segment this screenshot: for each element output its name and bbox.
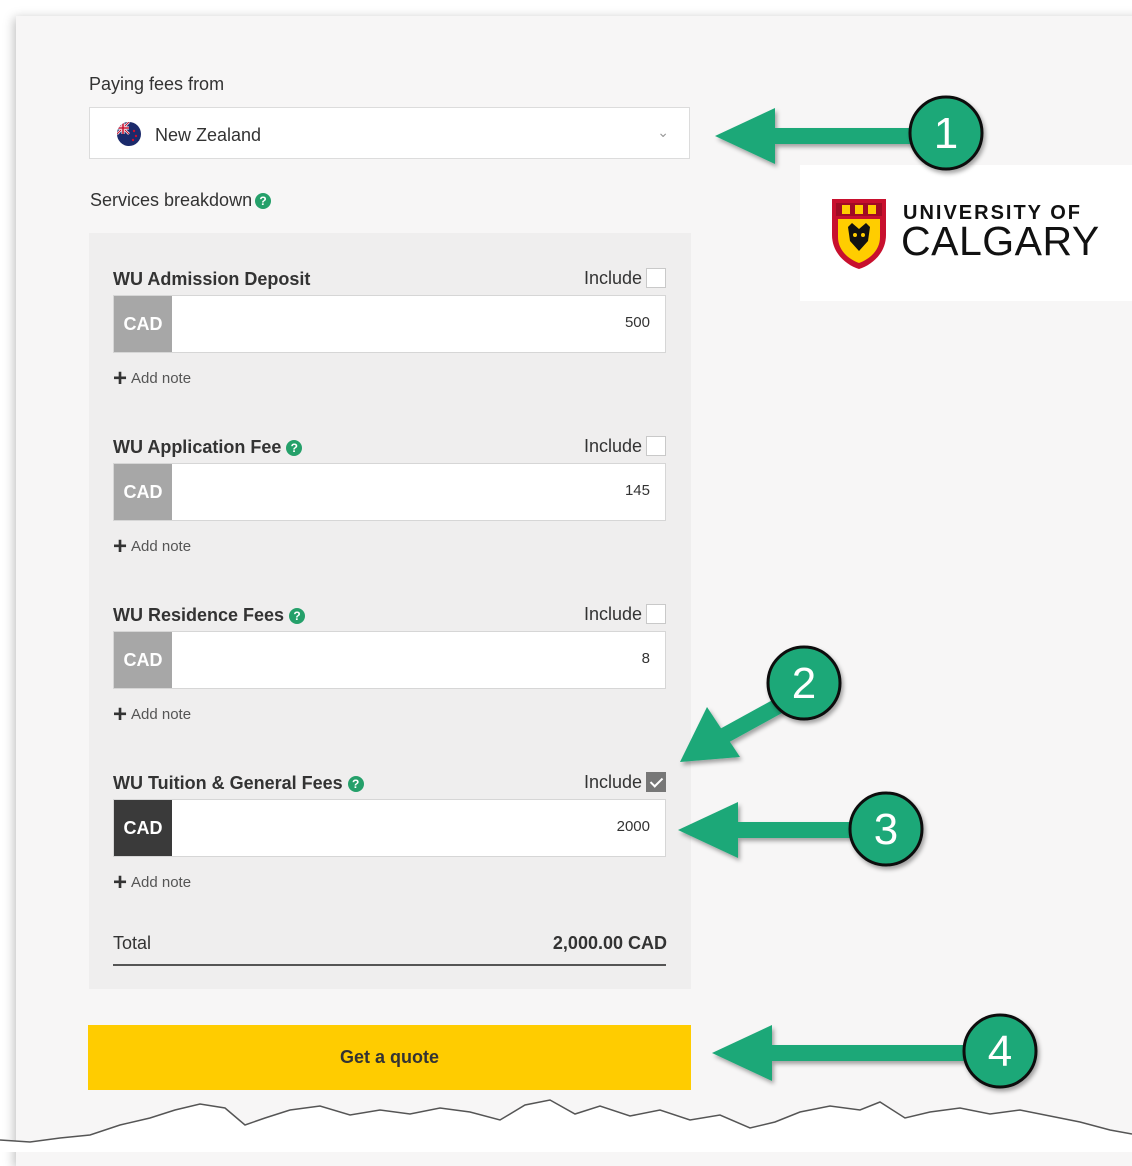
fee-name-text: WU Tuition & General Fees — [113, 773, 343, 793]
fee-name: WU Admission Deposit — [113, 269, 311, 289]
add-note-link[interactable]: + Add note — [113, 533, 191, 561]
paying-fees-label: Paying fees from — [89, 74, 225, 94]
include-control[interactable]: Include — [584, 435, 666, 457]
fee-name: WU Residence Fees? — [113, 605, 306, 626]
add-note-label: Add note — [131, 874, 192, 891]
amount-field[interactable]: CAD 2000 — [113, 799, 666, 857]
help-icon[interactable]: ? — [255, 193, 272, 209]
add-note-label: Add note — [131, 706, 192, 723]
fee-name-text: WU Residence Fees — [113, 605, 285, 625]
amount-value[interactable]: 2000 — [617, 818, 650, 835]
include-checkbox-checked[interactable] — [646, 772, 666, 793]
fee-name: WU Application Fee? — [113, 437, 303, 458]
include-control[interactable]: Include — [584, 603, 666, 625]
country-select[interactable]: New Zealand ⌄ — [89, 107, 690, 159]
amount-field[interactable]: CAD 8 — [113, 631, 666, 689]
include-label: Include — [583, 435, 642, 456]
amount-value[interactable]: 145 — [625, 482, 650, 499]
currency-label: CAD — [114, 800, 172, 856]
include-label: Include — [583, 267, 642, 288]
selected-country: New Zealand — [155, 125, 262, 145]
add-note-label: Add note — [131, 538, 192, 555]
crest-icon — [832, 199, 886, 269]
services-panel: WU Admission Deposit Include CAD 500 + Ad… — [89, 233, 691, 989]
plus-icon: + — [113, 533, 128, 560]
help-icon[interactable]: ? — [289, 608, 306, 624]
services-breakdown-label: Services breakdown? — [90, 190, 272, 211]
university-logo: UNIVERSITY OF CALGARY — [800, 165, 1132, 301]
add-note-link[interactable]: + Add note — [113, 869, 191, 897]
currency-label: CAD — [114, 464, 172, 520]
amount-field[interactable]: CAD 145 — [113, 463, 666, 521]
total-label: Total — [113, 933, 152, 953]
plus-icon: + — [113, 365, 128, 392]
currency-label: CAD — [114, 632, 172, 688]
add-note-link[interactable]: + Add note — [113, 365, 191, 393]
include-checkbox[interactable] — [646, 436, 666, 457]
add-note-link[interactable]: + Add note — [113, 701, 191, 729]
plus-icon: + — [113, 701, 128, 728]
get-a-quote-button[interactable]: Get a quote — [88, 1025, 691, 1090]
total-divider — [113, 964, 666, 966]
help-icon[interactable]: ? — [286, 440, 303, 456]
include-checkbox[interactable] — [646, 604, 666, 625]
amount-field[interactable]: CAD 500 — [113, 295, 666, 353]
torn-edge — [0, 1099, 1132, 1152]
new-zealand-flag-icon — [117, 122, 141, 146]
fee-name-text: WU Application Fee — [113, 437, 282, 457]
logo-line2: CALGARY — [901, 218, 1100, 264]
include-control[interactable]: Include — [584, 771, 666, 793]
help-icon[interactable]: ? — [347, 776, 364, 792]
include-label: Include — [583, 603, 642, 624]
plus-icon: + — [113, 869, 128, 896]
total-value: 2,000.00 CAD — [552, 933, 667, 953]
services-breakdown-text: Services breakdown — [90, 190, 253, 210]
fee-name: WU Tuition & General Fees? — [113, 773, 364, 794]
chevron-down-icon: ⌄ — [657, 124, 669, 140]
add-note-label: Add note — [131, 370, 192, 387]
currency-label: CAD — [114, 296, 172, 352]
amount-value[interactable]: 500 — [625, 314, 650, 331]
amount-value[interactable]: 8 — [642, 650, 650, 667]
include-control[interactable]: Include — [584, 267, 666, 289]
include-checkbox[interactable] — [646, 268, 666, 289]
include-label: Include — [583, 771, 642, 792]
